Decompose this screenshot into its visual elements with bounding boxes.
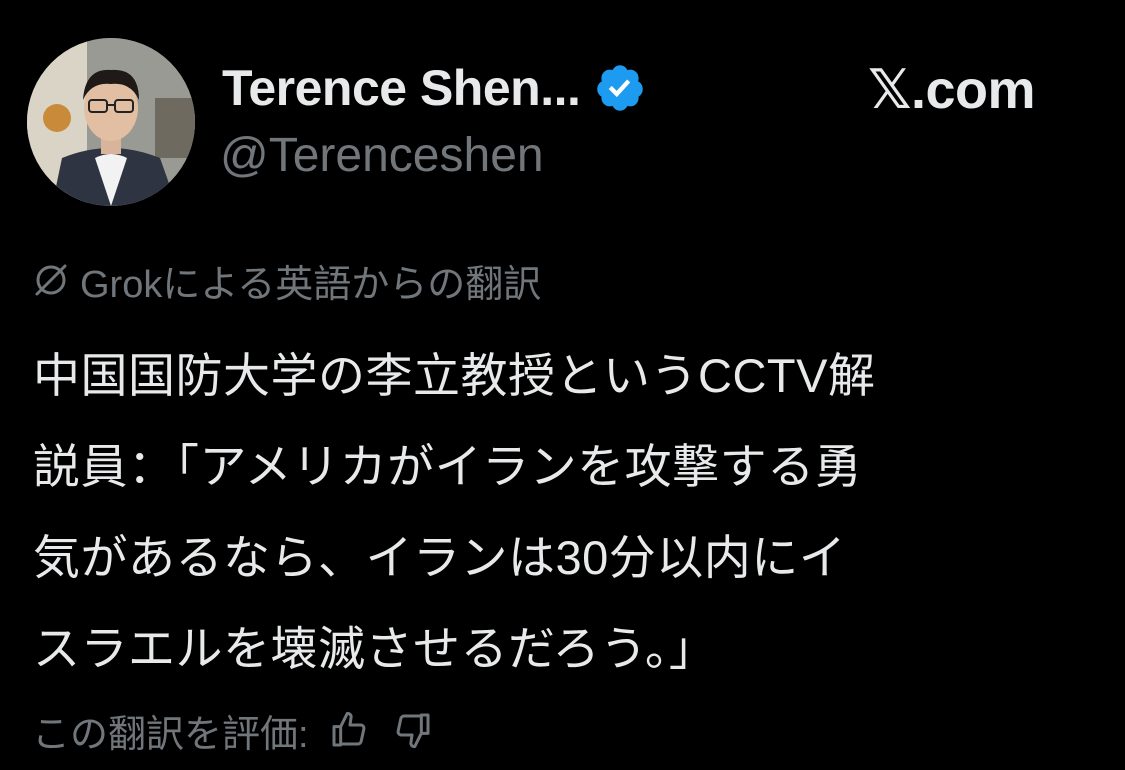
translation-note[interactable]: Grokによる英語からの翻訳 (30, 252, 541, 308)
thumbs-up-icon (332, 711, 365, 747)
tweet-text-line: スラエルを壊滅させるだろう。」 (33, 622, 717, 675)
translation-note-label: Grokによる英語からの翻訳 (80, 263, 542, 306)
avatar[interactable] (27, 38, 195, 206)
rate-translation-row: この翻訳を評価: (32, 700, 437, 760)
site-label: 𝕏.com (868, 60, 1036, 120)
tweet-text-line: 気があるなら、イランは30分以内にイ (33, 531, 847, 584)
avatar-photo (27, 38, 195, 206)
like-translation-button[interactable] (325, 706, 373, 754)
tweet-text-line: 説員：「アメリカがイランを攻撃する勇 (33, 440, 863, 493)
tweet-text-line: 中国国防大学の李立教授というCCTV解 (33, 349, 876, 402)
author-handle[interactable]: @Terenceshen (220, 128, 544, 183)
verified-badge-icon (597, 65, 644, 111)
author-display-name[interactable]: Terence Shen... (222, 59, 581, 117)
author-name-row[interactable]: Terence Shen... (222, 56, 646, 120)
grok-icon (35, 264, 67, 296)
dislike-translation-button[interactable] (389, 706, 437, 754)
rate-translation-label: この翻訳を評価: (32, 713, 309, 756)
tweet-text: 中国国防大学の李立教授というCCTV解 説員：「アメリカがイランを攻撃する勇 気… (33, 330, 1093, 694)
thumbs-down-icon (396, 713, 430, 749)
